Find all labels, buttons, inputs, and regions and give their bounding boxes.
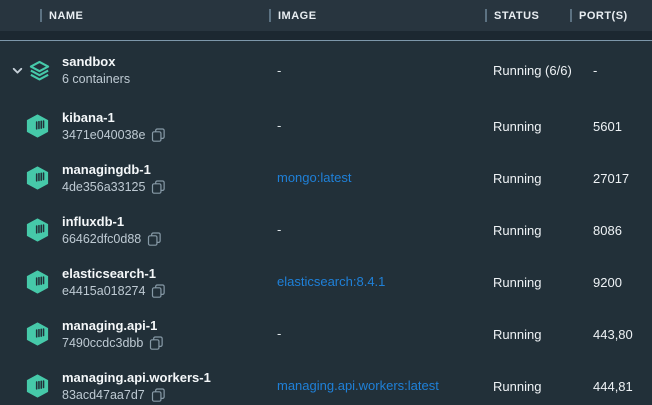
ports-text: 444,81 [593,379,652,394]
row-lead-cell [0,256,62,308]
row-lead-cell [0,204,62,256]
column-header-ports[interactable]: PORT(S) [570,0,628,31]
status-text: Running [493,119,593,134]
name-cell: elasticsearch-1 e4415a018274 [62,265,277,300]
ports-text: - [593,63,652,78]
table-row[interactable]: managingdb-1 4de356a33125 mongo:latest R… [0,152,652,204]
container-icon [24,165,51,192]
copy-icon[interactable] [151,283,166,299]
image-link: - [277,63,281,78]
chevron-down-icon[interactable] [11,64,24,77]
status-text: Running [493,223,593,238]
container-icon [24,113,51,140]
status-text: Running [493,275,593,290]
table-body: sandbox 6 containers - Running (6/6) - [0,41,652,405]
stack-icon [28,58,51,83]
status-text: Running [493,327,593,342]
image-link[interactable]: elasticsearch:8.4.1 [277,274,385,289]
copy-icon[interactable] [151,179,166,195]
table-row[interactable]: kibana-1 3471e040038e - Running 5601 [0,100,652,152]
ports-text: 5601 [593,119,652,134]
image-cell: - [277,325,493,343]
status-text: Running [493,171,593,186]
container-name: elasticsearch-1 [62,265,277,282]
image-cell: managing.api.workers:latest [277,377,493,395]
image-cell: - [277,221,493,239]
copy-icon[interactable] [151,387,166,403]
name-cell: sandbox 6 containers [62,53,277,88]
name-cell: influxdb-1 66462dfc0d88 [62,213,277,248]
ports-text: 443,80 [593,327,652,342]
column-divider[interactable] [269,9,271,22]
row-lead-cell [0,41,62,100]
image-cell: elasticsearch:8.4.1 [277,273,493,291]
column-divider[interactable] [485,9,487,22]
ports-text: 27017 [593,171,652,186]
container-icon [24,373,51,400]
container-name: sandbox [62,53,277,70]
image-link: - [277,222,281,237]
row-lead-cell [0,308,62,360]
name-cell: kibana-1 3471e040038e [62,109,277,144]
copy-icon[interactable] [147,231,162,247]
copy-icon[interactable] [149,335,164,351]
table-row[interactable]: influxdb-1 66462dfc0d88 - Running 8086 [0,204,652,256]
container-icon [24,269,51,296]
status-text: Running (6/6) [493,63,593,78]
containers-table: NAME IMAGE STATUS PORT(S) [0,0,652,405]
table-row[interactable]: managing.api.workers-1 83acd47aa7d7 mana… [0,360,652,405]
table-row[interactable]: sandbox 6 containers - Running (6/6) - [0,41,652,100]
container-name: kibana-1 [62,109,277,126]
image-cell: mongo:latest [277,169,493,187]
row-lead-cell [0,100,62,152]
table-header: NAME IMAGE STATUS PORT(S) [0,0,652,31]
name-cell: managing.api.workers-1 83acd47aa7d7 [62,369,277,404]
container-name: managing.api-1 [62,317,277,334]
container-name: influxdb-1 [62,213,277,230]
container-id: 6 containers [62,71,130,88]
image-link: - [277,326,281,341]
column-divider[interactable] [570,9,572,22]
container-id: e4415a018274 [62,283,145,300]
table-row[interactable]: elasticsearch-1 e4415a018274 elasticsear… [0,256,652,308]
column-header-name[interactable]: NAME [40,0,83,31]
ports-text: 9200 [593,275,652,290]
row-lead-cell [0,152,62,204]
column-header-image[interactable]: IMAGE [269,0,317,31]
header-divider [0,31,652,41]
ports-text: 8086 [593,223,652,238]
column-header-status[interactable]: STATUS [485,0,539,31]
table-row[interactable]: managing.api-1 7490ccdc3dbb - Running 44… [0,308,652,360]
column-divider[interactable] [40,9,42,22]
container-name: managing.api.workers-1 [62,369,277,386]
container-icon [24,217,51,244]
name-cell: managingdb-1 4de356a33125 [62,161,277,196]
container-name: managingdb-1 [62,161,277,178]
image-cell: - [277,62,493,80]
image-link[interactable]: managing.api.workers:latest [277,378,439,393]
copy-icon[interactable] [151,127,166,143]
status-text: Running [493,379,593,394]
container-icon [24,321,51,348]
container-id: 4de356a33125 [62,179,145,196]
container-id: 66462dfc0d88 [62,231,141,248]
image-link[interactable]: mongo:latest [277,170,351,185]
container-id: 3471e040038e [62,127,145,144]
container-id: 7490ccdc3dbb [62,335,143,352]
image-link: - [277,118,281,133]
row-lead-cell [0,360,62,405]
image-cell: - [277,117,493,135]
name-cell: managing.api-1 7490ccdc3dbb [62,317,277,352]
container-id: 83acd47aa7d7 [62,387,145,404]
